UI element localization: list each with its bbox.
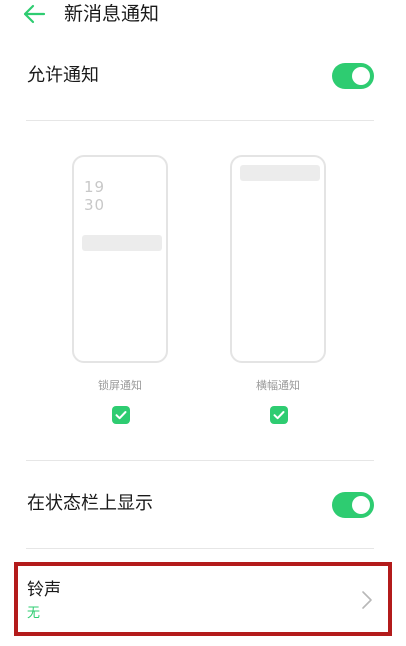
- divider: [26, 120, 374, 121]
- allow-notifications-toggle[interactable]: [332, 63, 374, 89]
- preview-time-hour: 19: [84, 178, 106, 196]
- lock-screen-preview[interactable]: 19 30: [72, 155, 168, 363]
- toggle-knob: [352, 67, 370, 85]
- toggle-knob: [352, 496, 370, 514]
- divider: [26, 548, 374, 549]
- banner-label: 横幅通知: [256, 379, 300, 392]
- preview-banner-bar: [240, 165, 320, 181]
- back-arrow-icon[interactable]: [20, 2, 48, 26]
- banner-preview[interactable]: [230, 155, 326, 363]
- page-title: 新消息通知: [64, 3, 160, 25]
- status-bar-label: 在状态栏上显示: [27, 493, 153, 514]
- preview-notification-bar: [82, 235, 162, 251]
- lock-screen-checkbox[interactable]: [112, 406, 130, 424]
- chevron-right-icon: [360, 589, 374, 611]
- checkmark-icon: [273, 411, 285, 420]
- allow-notifications-label: 允许通知: [27, 65, 99, 86]
- preview-time-minute: 30: [84, 196, 106, 214]
- ringtone-label: 铃声: [27, 580, 61, 600]
- checkmark-icon: [115, 411, 127, 420]
- divider: [26, 460, 374, 461]
- ringtone-row[interactable]: [14, 562, 392, 636]
- lock-screen-label: 锁屏通知: [98, 379, 142, 392]
- banner-checkbox[interactable]: [270, 406, 288, 424]
- ringtone-value: 无: [27, 606, 41, 621]
- status-bar-toggle[interactable]: [332, 492, 374, 518]
